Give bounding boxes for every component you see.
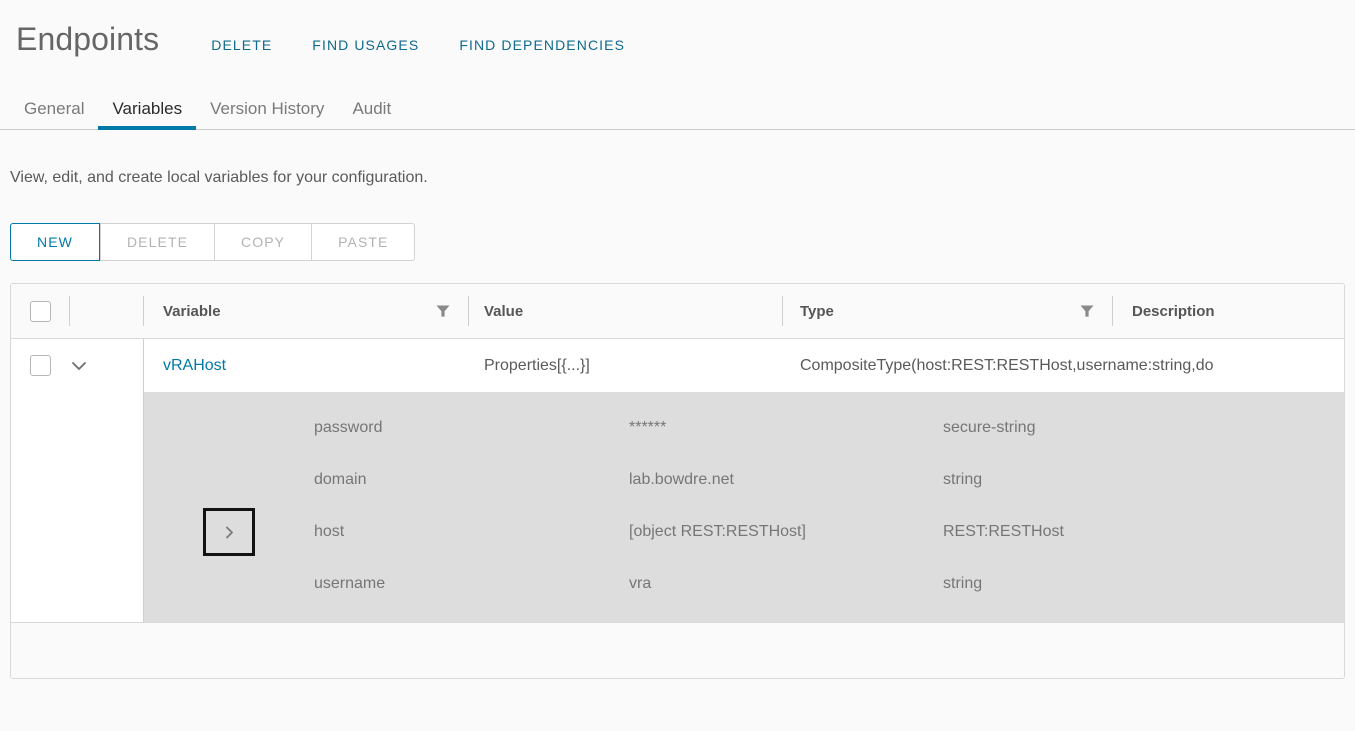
list-item[interactable]: username vra string — [144, 558, 1344, 610]
row-value-cell: Properties[{...}] — [484, 356, 590, 374]
expanded-gutter — [11, 392, 144, 622]
filter-icon[interactable] — [1080, 304, 1094, 318]
table-footer — [11, 622, 1344, 678]
new-button[interactable]: NEW — [10, 223, 100, 261]
list-spacer — [144, 392, 1344, 402]
page-title: Endpoints — [16, 21, 160, 57]
child-variable-value: lab.bowdre.net — [629, 471, 734, 488]
column-divider — [143, 296, 144, 326]
datagrid: Variable Value Type Description vRAHost … — [11, 284, 1344, 678]
child-variable-type: string — [943, 575, 983, 592]
column-header-type[interactable]: Type — [782, 284, 1112, 338]
column-divider — [782, 296, 783, 326]
tab-bar: General Variables Version History Audit — [0, 78, 1355, 130]
column-header-variable[interactable]: Variable — [143, 284, 468, 338]
row-expand-cell[interactable] — [69, 339, 143, 392]
child-variable-name: host — [314, 523, 345, 540]
child-variable-type: string — [943, 471, 983, 488]
row-description-cell — [1112, 339, 1344, 392]
child-expand-cell — [144, 508, 314, 556]
chevron-down-icon[interactable] — [69, 356, 89, 376]
row-select-cell — [11, 339, 69, 392]
select-all-checkbox[interactable] — [29, 300, 51, 322]
list-item[interactable]: password ****** secure-string — [144, 402, 1344, 454]
tab-general[interactable]: General — [10, 100, 98, 129]
child-variable-value: [object REST:RESTHost] — [629, 523, 806, 540]
child-variable-value: ****** — [629, 419, 667, 436]
variables-table: Variable Value Type Description vRAHost … — [10, 283, 1345, 679]
column-header-value[interactable]: Value — [468, 284, 782, 338]
child-variable-type: secure-string — [943, 419, 1036, 436]
child-variable-name: password — [314, 419, 383, 436]
child-variables-list: password ****** secure-string domain lab… — [144, 392, 1344, 622]
filter-icon[interactable] — [436, 304, 450, 318]
variables-toolbar: NEW DELETE COPY PASTE — [10, 223, 1355, 261]
column-divider — [468, 296, 469, 326]
page-header: Endpoints DELETE FIND USAGES FIND DEPEND… — [0, 0, 1355, 78]
row-variable-cell: vRAHost — [143, 339, 468, 392]
table-header-row: Variable Value Type Description — [11, 284, 1344, 339]
column-header-value-label: Value — [484, 302, 524, 320]
column-divider — [143, 339, 144, 392]
chevron-right-icon[interactable] — [221, 524, 238, 541]
column-header-description-label: Description — [1132, 302, 1215, 320]
list-item[interactable]: host [object REST:RESTHost] REST:RESTHos… — [144, 506, 1344, 558]
list-spacer — [144, 610, 1344, 622]
find-dependencies-link[interactable]: FIND DEPENDENCIES — [459, 37, 625, 53]
table-row[interactable]: vRAHost Properties[{...}] CompositeType(… — [11, 339, 1344, 392]
copy-button[interactable]: COPY — [214, 223, 312, 261]
column-header-type-label: Type — [800, 302, 834, 320]
row-type-cell: CompositeType(host:REST:RESTHost,usernam… — [800, 356, 1214, 374]
tab-audit[interactable]: Audit — [338, 100, 405, 129]
column-divider — [69, 296, 70, 326]
find-usages-link[interactable]: FIND USAGES — [312, 37, 419, 53]
column-header-description[interactable]: Description — [1112, 284, 1344, 338]
child-expand-toggle[interactable] — [203, 508, 255, 556]
expanded-detail-panel: password ****** secure-string domain lab… — [11, 392, 1344, 622]
child-variable-value: vra — [629, 575, 652, 592]
tab-version-history[interactable]: Version History — [196, 100, 338, 129]
paste-button[interactable]: PASTE — [311, 223, 416, 261]
row-checkbox[interactable] — [29, 355, 51, 376]
header-action-links: DELETE FIND USAGES FIND DEPENDENCIES — [211, 37, 625, 53]
tab-variables[interactable]: Variables — [98, 100, 196, 130]
child-variable-name: domain — [314, 471, 367, 488]
delete-button[interactable]: DELETE — [99, 223, 215, 261]
section-description: View, edit, and create local variables f… — [10, 169, 428, 186]
child-variable-type: REST:RESTHost — [943, 523, 1064, 540]
column-divider — [1112, 296, 1113, 326]
expand-column-header — [69, 284, 143, 338]
delete-link[interactable]: DELETE — [211, 37, 272, 53]
variable-name-link[interactable]: vRAHost — [163, 357, 226, 375]
select-all-header — [11, 284, 69, 338]
column-header-variable-label: Variable — [163, 302, 221, 320]
list-item[interactable]: domain lab.bowdre.net string — [144, 454, 1344, 506]
child-variable-name: username — [314, 575, 386, 592]
